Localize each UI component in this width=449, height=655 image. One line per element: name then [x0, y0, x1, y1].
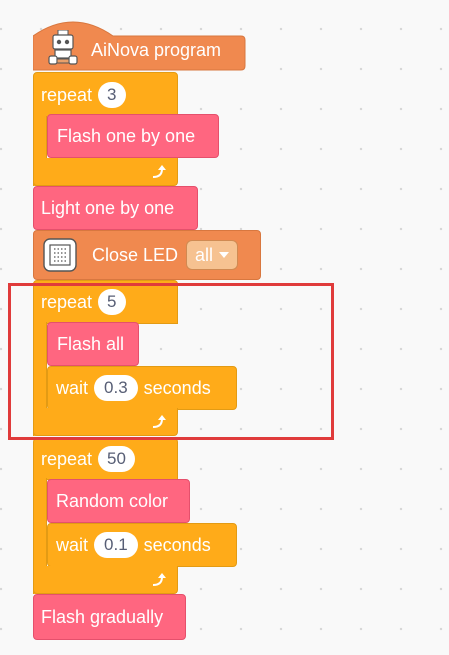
- random-color-label: Random color: [56, 490, 169, 511]
- repeat-count-input[interactable]: 50: [98, 446, 135, 472]
- led-option-dropdown[interactable]: all: [186, 240, 239, 270]
- flash-gradually-block[interactable]: Flash gradually: [33, 594, 186, 640]
- wait-label: wait: [56, 534, 89, 555]
- repeat-block-1[interactable]: repeat 3: [33, 72, 178, 118]
- close-led-block[interactable]: Close LED all: [33, 230, 261, 280]
- repeat-label: repeat: [41, 448, 93, 469]
- wait-block-2[interactable]: wait 0.1 seconds: [47, 523, 237, 567]
- repeat-count-input[interactable]: 3: [98, 82, 126, 108]
- random-color-block[interactable]: Random color: [47, 479, 190, 523]
- flash-one-by-one-block[interactable]: Flash one by one: [47, 114, 219, 158]
- program-hat-block[interactable]: AiNova program: [33, 14, 246, 72]
- repeat-label: repeat: [41, 84, 93, 105]
- seconds-label: seconds: [143, 534, 211, 555]
- program-hat-label: AiNova program: [91, 40, 222, 60]
- light-one-by-one-block[interactable]: Light one by one: [33, 186, 198, 230]
- chevron-down-icon: [219, 252, 230, 258]
- led-matrix-icon: [42, 237, 78, 273]
- wait-seconds-input[interactable]: 0.1: [94, 532, 138, 558]
- loop-arrow-icon: [150, 572, 168, 588]
- robot-icon: [47, 29, 79, 71]
- light-one-by-one-label: Light one by one: [41, 197, 175, 218]
- highlight-box: [8, 283, 334, 440]
- repeat-block-3[interactable]: repeat 50: [33, 438, 178, 480]
- repeat-block-3-footer: [33, 566, 178, 594]
- led-option-value: all: [195, 244, 214, 265]
- flash-gradually-label: Flash gradually: [41, 606, 164, 627]
- close-led-label: Close LED: [92, 244, 179, 265]
- repeat-block-1-footer: [33, 158, 178, 186]
- flash-one-by-one-label: Flash one by one: [57, 125, 196, 146]
- loop-arrow-icon: [150, 164, 168, 180]
